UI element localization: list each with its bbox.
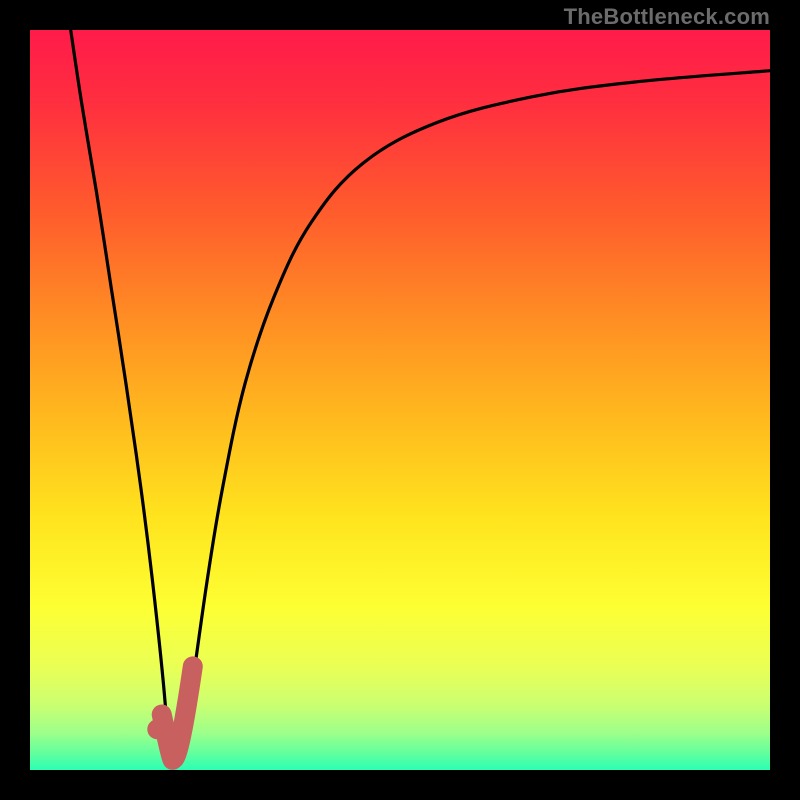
chart-frame: TheBottleneck.com [0,0,800,800]
bottleneck-curve-right [182,71,770,756]
plot-area [30,30,770,770]
curve-layer [30,30,770,770]
watermark-text: TheBottleneck.com [564,4,770,30]
bottleneck-curve-left [71,30,169,755]
selection-dot [147,719,167,739]
selection-hook [162,666,193,759]
